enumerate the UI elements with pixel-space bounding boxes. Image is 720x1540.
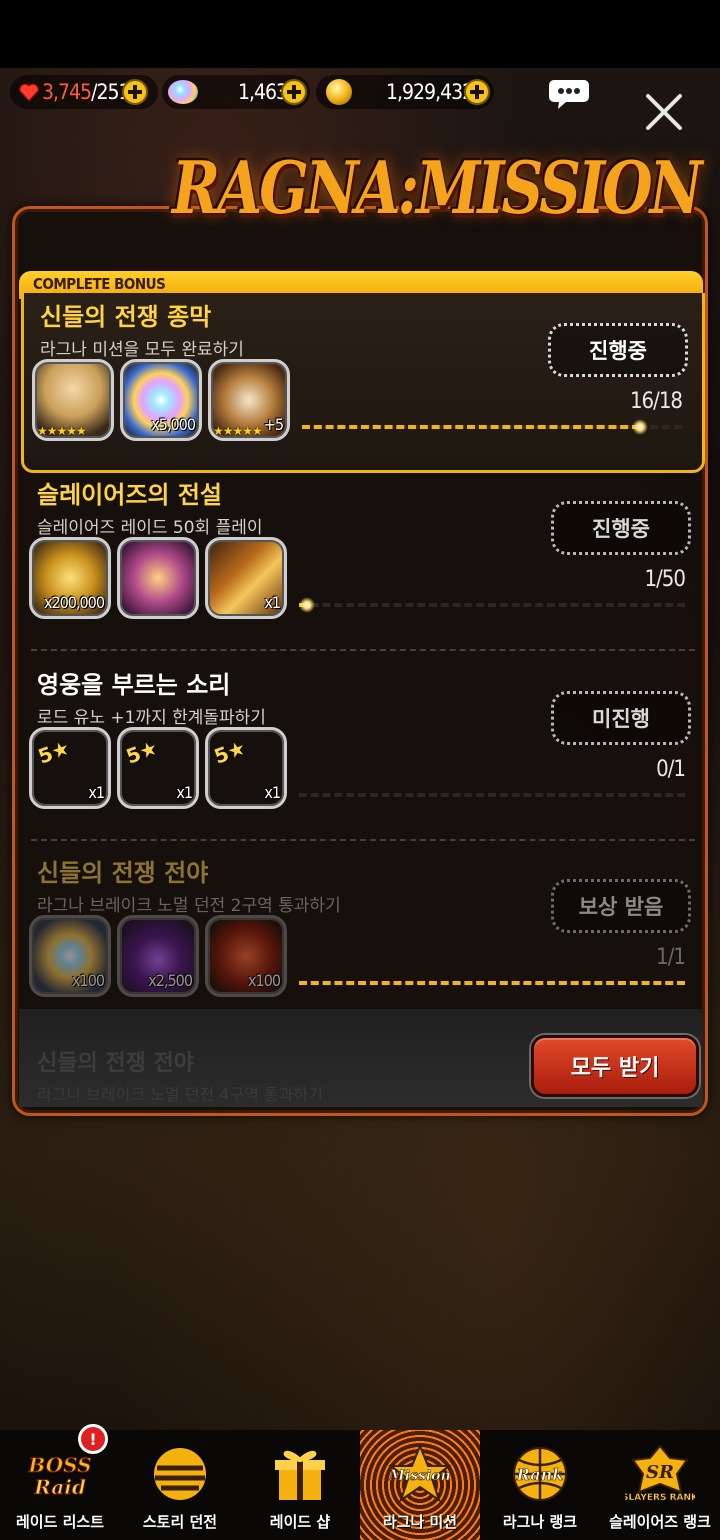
progress-spark <box>632 419 649 435</box>
rainbow-gem-icon[interactable]: x5,000 <box>120 359 202 441</box>
reward-qty: x5,000 <box>151 415 196 434</box>
mission-desc: 로드 유노 +1까지 한계돌파하기 <box>37 708 266 728</box>
mission-desc: 라그나 미션을 모두 완료하기 <box>40 340 244 360</box>
row-divider <box>31 839 695 841</box>
mission-row: 신들의 전쟁 종막 라그나 미션을 모두 완료하기 ★★★★★ x5,000 +5 ★… <box>21 293 705 473</box>
hero-card-icon[interactable]: ★★★★★ <box>32 359 114 441</box>
limit-ticket-icon[interactable]: x1 <box>29 727 111 809</box>
svg-text:Rank: Rank <box>516 1465 564 1484</box>
reward-list: x200,000 x1 <box>29 537 287 619</box>
svg-text:BOSS: BOSS <box>27 1453 91 1477</box>
limit-ticket-icon[interactable]: x1 <box>205 727 287 809</box>
svg-text:Raid: Raid <box>33 1475 86 1499</box>
close-icon[interactable] <box>644 92 684 132</box>
chat-icon[interactable] <box>548 78 590 110</box>
reward-qty: x2,500 <box>148 971 193 990</box>
mission-progress-bar <box>299 981 685 985</box>
mission-desc: 슬레이어즈 레이드 50회 플레이 <box>37 518 263 538</box>
nav-label: 라그나 미션 <box>382 1513 458 1531</box>
next-mission-desc: 라그나 브레이크 노멀 던전 4구역 통과하기 <box>37 1085 323 1104</box>
purple-crystal-icon[interactable]: x2,500 <box>117 915 199 997</box>
reward-qty: x1 <box>264 593 281 612</box>
nav-item-4[interactable]: Rank 라그나 랭크 <box>480 1430 600 1540</box>
nav-label: 레이드 샵 <box>269 1513 331 1531</box>
mission-progress-bar <box>302 419 682 435</box>
hearts-value: 3,745 <box>42 80 92 104</box>
progress-spark <box>298 597 315 613</box>
mission-row: 슬레이어즈의 전설 슬레이어즈 레이드 50회 플레이 x200,000 x1 진… <box>21 471 705 651</box>
reward-list: x100 x2,500 x100 <box>29 915 287 997</box>
nav-label: 스토리 던전 <box>142 1513 218 1531</box>
reward-qty: x1 <box>264 783 281 802</box>
mission-panel: COMPLETE BONUS 신들의 전쟁 종막 라그나 미션을 모두 완료하기… <box>12 206 708 1116</box>
complete-bonus-label: COMPLETE BONUS <box>33 275 166 293</box>
nav-item-5[interactable]: SR SLAYERS RANK 슬레이어즈 랭크 <box>600 1430 720 1540</box>
nav-label: 라그나 랭크 <box>502 1513 578 1531</box>
mission-progress-bar <box>299 793 685 797</box>
mission-title: 신들의 전쟁 전야 <box>37 859 209 887</box>
mission-status-button[interactable]: 보상 받음 <box>551 879 691 933</box>
mission-row: 영웅을 부르는 소리 로드 유노 +1까지 한계돌파하기 x1x1x1 미진행 … <box>21 661 705 841</box>
mission-progress-count: 1/1 <box>656 945 686 970</box>
mission-row: 신들의 전쟁 전야 라그나 브레이크 노멀 던전 2구역 통과하기 x100 x2… <box>21 849 705 1029</box>
heart-item-icon[interactable]: x100 <box>205 915 287 997</box>
treasure-box-icon[interactable] <box>117 537 199 619</box>
reward-qty: x200,000 <box>43 593 105 612</box>
rank-globe-icon: Rank <box>505 1444 575 1504</box>
mission-status-button[interactable]: 진행중 <box>551 501 691 555</box>
reward-stars: ★★★★★ <box>213 424 263 438</box>
mission-title: 영웅을 부르는 소리 <box>37 671 231 699</box>
mission-progress-count: 1/50 <box>644 567 686 592</box>
opal-gem-icon[interactable]: x100 <box>29 915 111 997</box>
nav-item-2[interactable]: 레이드 샵 <box>240 1430 360 1540</box>
mission-title: 신들의 전쟁 종막 <box>40 303 212 331</box>
alert-badge: ! <box>78 1424 108 1454</box>
mission-progress-bar <box>298 597 685 613</box>
reward-qty: x100 <box>72 971 105 990</box>
gift-shop-icon <box>265 1444 335 1504</box>
nav-label: 레이드 리스트 <box>15 1513 105 1531</box>
nav-item-0[interactable]: BOSS Raid 레이드 리스트 ! <box>0 1424 120 1540</box>
limit-break-plus5-icon[interactable]: +5 ★★★★★ <box>208 359 290 441</box>
claim-all-button[interactable]: 모두 받기 <box>531 1035 699 1097</box>
gold-coins-icon[interactable]: x200,000 <box>29 537 111 619</box>
reward-stars: ★★★★★ <box>37 424 87 438</box>
mission-status-button[interactable]: 미진행 <box>551 691 691 745</box>
nav-item-1[interactable]: 스토리 던전 <box>120 1430 240 1540</box>
bottom-nav: BOSS Raid 레이드 리스트 ! 스토리 던전 레이드 샵 Mission … <box>0 1424 720 1540</box>
svg-text:SLAYERS RANK: SLAYERS RANK <box>625 1493 695 1503</box>
reward-qty: x1 <box>88 783 105 802</box>
reward-list: x1 x1 x1 <box>29 727 287 809</box>
mission-desc: 라그나 브레이크 노멀 던전 2구역 통과하기 <box>37 896 341 916</box>
slayers-rank-icon: SR SLAYERS RANK <box>622 1444 699 1504</box>
nav-item-3[interactable]: Mission 라그나 미션 <box>360 1430 480 1540</box>
story-dungeon-icon <box>145 1444 215 1504</box>
row-divider <box>31 649 695 651</box>
reward-qty: +5 <box>263 415 284 434</box>
mission-title: 슬레이어즈의 전설 <box>37 481 222 509</box>
limit-ticket-icon[interactable]: x1 <box>117 727 199 809</box>
nav-label: 슬레이어즈 랭크 <box>609 1513 711 1531</box>
ticket-icon[interactable]: x1 <box>205 537 287 619</box>
svg-text:Mission: Mission <box>388 1468 450 1484</box>
mission-status-button[interactable]: 진행중 <box>548 323 688 377</box>
mission-progress-count: 16/18 <box>629 389 683 414</box>
next-mission-title: 신들의 전쟁 전야 <box>37 1051 194 1076</box>
mission-progress-count: 0/1 <box>656 757 686 782</box>
svg-text:SR: SR <box>646 1462 674 1483</box>
reward-qty: x100 <box>248 971 281 990</box>
add-hearts-button[interactable] <box>122 79 148 105</box>
page-title: RAGNA:MISSION <box>172 145 703 231</box>
heart-icon <box>18 83 40 102</box>
reward-qty: x1 <box>176 783 193 802</box>
progress-fill <box>299 981 685 985</box>
progress-fill <box>302 425 641 429</box>
reward-list: ★★★★★ x5,000 +5 ★★★★★ <box>32 359 290 441</box>
mission-star-icon: Mission <box>385 1443 455 1504</box>
boss-raid-icon: BOSS Raid <box>25 1444 95 1504</box>
